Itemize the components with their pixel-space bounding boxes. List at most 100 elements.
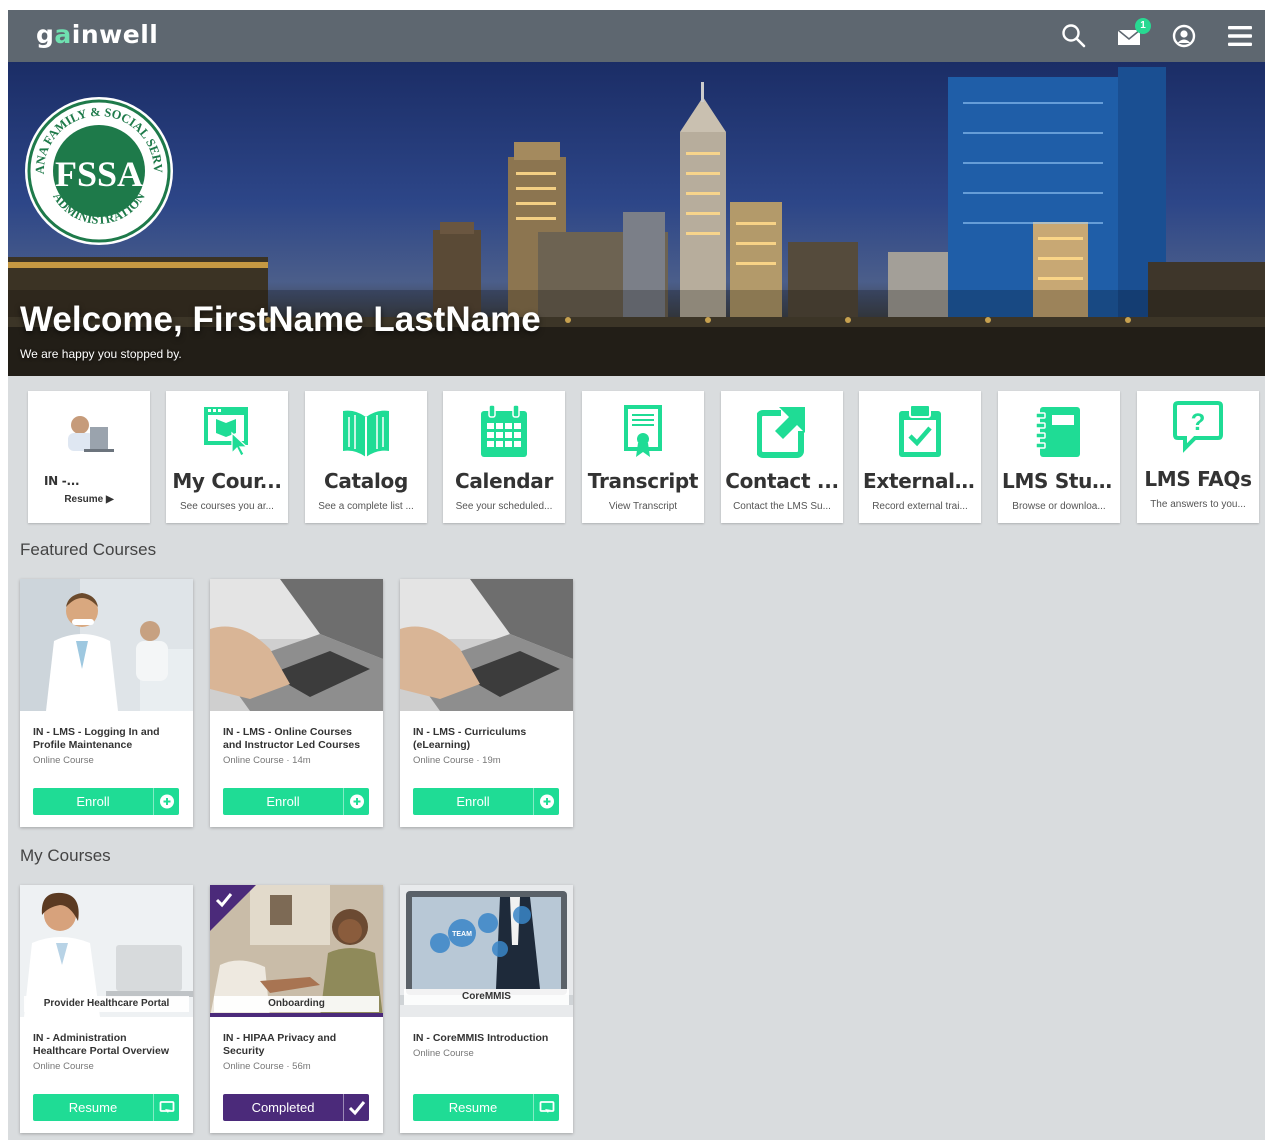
- enroll-button-label: Enroll: [76, 794, 110, 809]
- completed-button[interactable]: Completed: [223, 1094, 369, 1121]
- resume-button-label: Resume: [68, 1100, 118, 1115]
- tile-title: LMS FAQs: [1144, 467, 1252, 491]
- enroll-button[interactable]: Enroll: [33, 788, 179, 815]
- course-meta: Online Course · 56m: [223, 1061, 311, 1072]
- my-course-card[interactable]: Onboarding IN - HIPAA Privacy and Securi…: [210, 885, 383, 1133]
- tile-subtitle: Record external trai...: [872, 501, 968, 512]
- enroll-button-label: Enroll: [266, 794, 300, 809]
- tile-subtitle: Browse or downloa...: [1012, 501, 1106, 512]
- course-meta: Online Course: [33, 1061, 94, 1072]
- user-circle-icon[interactable]: [1170, 22, 1198, 50]
- launch-screen-icon: [153, 1094, 179, 1121]
- tile-title: Calendar: [454, 469, 554, 493]
- page-frame: gainwell 1 ANA FAMILY & SOCIAL SERV ADMI…: [8, 10, 1265, 1140]
- svg-text:FSSA: FSSA: [55, 154, 143, 194]
- tile-title: My Cour...: [172, 469, 282, 493]
- thumbnail-label: Provider Healthcare Portal: [24, 996, 189, 1012]
- fssa-seal-logo: INDIANA FAMILY & SOCIAL SERVICES ADMINIS…: [19, 85, 174, 246]
- tile-transcript[interactable]: Transcript View Transcript: [582, 391, 704, 523]
- tile-subtitle: See a complete list ...: [318, 501, 414, 512]
- tile-resume-link[interactable]: Resume ▶: [34, 494, 144, 505]
- welcome-subtitle: We are happy you stopped by.: [20, 347, 182, 361]
- tile-subtitle: View Transcript: [608, 501, 678, 512]
- enroll-button[interactable]: Enroll: [223, 788, 369, 815]
- course-meta: Online Course: [33, 755, 94, 766]
- completed-corner-badge: [210, 885, 256, 931]
- my-course-card[interactable]: Provider Healthcare Portal IN - Administ…: [20, 885, 193, 1133]
- tile-lms-faqs[interactable]: ? LMS FAQs The answers to you...: [1137, 391, 1259, 523]
- tile-external-training[interactable]: External ... Record external trai...: [859, 391, 981, 523]
- laptop-typing-photo: [400, 579, 573, 711]
- tile-title: Contact ...: [725, 469, 839, 493]
- tile-lms-student-guides[interactable]: LMS Stud... Browse or downloa...: [998, 391, 1120, 523]
- tile-subtitle: See your scheduled...: [455, 501, 553, 512]
- course-person-thumbnail: [58, 407, 118, 459]
- plus-circle-icon: [533, 788, 559, 815]
- tile-title: External ...: [863, 469, 977, 493]
- resume-button-label: Resume: [448, 1100, 498, 1115]
- book-icon: [341, 403, 391, 461]
- tile-catalog[interactable]: Catalog See a complete list ...: [305, 391, 427, 523]
- external-link-icon: [756, 403, 807, 461]
- plus-circle-icon: [343, 788, 369, 815]
- plus-circle-icon: [153, 788, 179, 815]
- checkmark-icon: [343, 1094, 369, 1121]
- thumbnail-label: Onboarding: [214, 996, 379, 1012]
- gainwell-logo[interactable]: gainwell: [36, 20, 158, 49]
- featured-course-card[interactable]: IN - LMS - Curriculums (eLearning) Onlin…: [400, 579, 573, 827]
- certificate-icon: [618, 403, 668, 461]
- mail-unread-badge: 1: [1135, 18, 1151, 34]
- tile-title: LMS Stud...: [1002, 469, 1116, 493]
- clipboard-check-icon: [895, 403, 945, 461]
- thumbnail-label: CoreMMIS: [404, 989, 569, 1005]
- course-title: IN - LMS - Online Courses and Instructor…: [223, 726, 361, 751]
- search-icon[interactable]: [1060, 22, 1088, 50]
- hamburger-menu-icon[interactable]: [1226, 22, 1254, 50]
- top-navigation-bar: gainwell 1: [8, 10, 1265, 62]
- quick-links-row: IN -... Resume ▶ My Cour... See courses …: [28, 391, 1265, 525]
- svg-text:?: ?: [1191, 409, 1206, 436]
- gears-team-photo: TEAM CoreMMIS: [400, 885, 573, 1017]
- resume-button[interactable]: Resume: [413, 1094, 559, 1121]
- course-meta: Online Course · 19m: [413, 755, 501, 766]
- tile-subtitle: Contact the LMS Su...: [733, 501, 831, 512]
- course-meta: Online Course: [413, 1048, 474, 1059]
- welcome-heading: Welcome, FirstName LastName: [20, 300, 541, 339]
- mail-icon[interactable]: 1: [1116, 18, 1151, 50]
- completed-button-label: Completed: [251, 1100, 315, 1115]
- featured-courses-heading: Featured Courses: [20, 540, 157, 559]
- completion-bar: [210, 1013, 383, 1017]
- tile-calendar[interactable]: Calendar See your scheduled...: [443, 391, 565, 523]
- resume-button[interactable]: Resume: [33, 1094, 179, 1121]
- my-course-card[interactable]: TEAM CoreMMIS IN - CoreMMIS Introduction…: [400, 885, 573, 1133]
- my-courses-icon: [202, 403, 252, 461]
- notebook-icon: [1034, 403, 1084, 461]
- tile-resume-course[interactable]: IN -... Resume ▶: [28, 391, 150, 523]
- tile-contact[interactable]: Contact ... Contact the LMS Su...: [721, 391, 843, 523]
- course-title: IN - CoreMMIS Introduction: [413, 1032, 549, 1044]
- tile-title: Transcript: [587, 469, 699, 493]
- tile-title: IN -...: [44, 474, 80, 488]
- launch-screen-icon: [533, 1094, 559, 1121]
- course-title: IN - Administration Healthcare Portal Ov…: [33, 1032, 169, 1057]
- calendar-icon: [479, 403, 529, 461]
- featured-course-card[interactable]: IN - LMS - Logging In and Profile Mainte…: [20, 579, 193, 827]
- tile-subtitle: See courses you ar...: [180, 501, 274, 512]
- handshake-photo: Onboarding: [210, 885, 383, 1017]
- svg-text:TEAM: TEAM: [452, 931, 472, 938]
- hero-banner: INDIANA FAMILY & SOCIAL SERVICES ADMINIS…: [8, 62, 1265, 376]
- course-title: IN - HIPAA Privacy and Security: [223, 1032, 337, 1057]
- featured-course-card[interactable]: IN - LMS - Online Courses and Instructor…: [210, 579, 383, 827]
- course-title: IN - LMS - Curriculums (eLearning): [413, 726, 527, 751]
- course-meta: Online Course · 14m: [223, 755, 311, 766]
- laptop-typing-photo: [210, 579, 383, 711]
- doctor-laptop-photo: Provider Healthcare Portal: [20, 885, 193, 1017]
- dentist-photo: [20, 579, 193, 711]
- enroll-button-label: Enroll: [456, 794, 490, 809]
- tile-my-courses[interactable]: My Cour... See courses you ar...: [166, 391, 288, 523]
- my-courses-heading: My Courses: [20, 846, 111, 865]
- course-title: IN - LMS - Logging In and Profile Mainte…: [33, 726, 160, 751]
- enroll-button[interactable]: Enroll: [413, 788, 559, 815]
- tile-title: Catalog: [323, 469, 409, 493]
- question-bubble-icon: ?: [1173, 399, 1223, 457]
